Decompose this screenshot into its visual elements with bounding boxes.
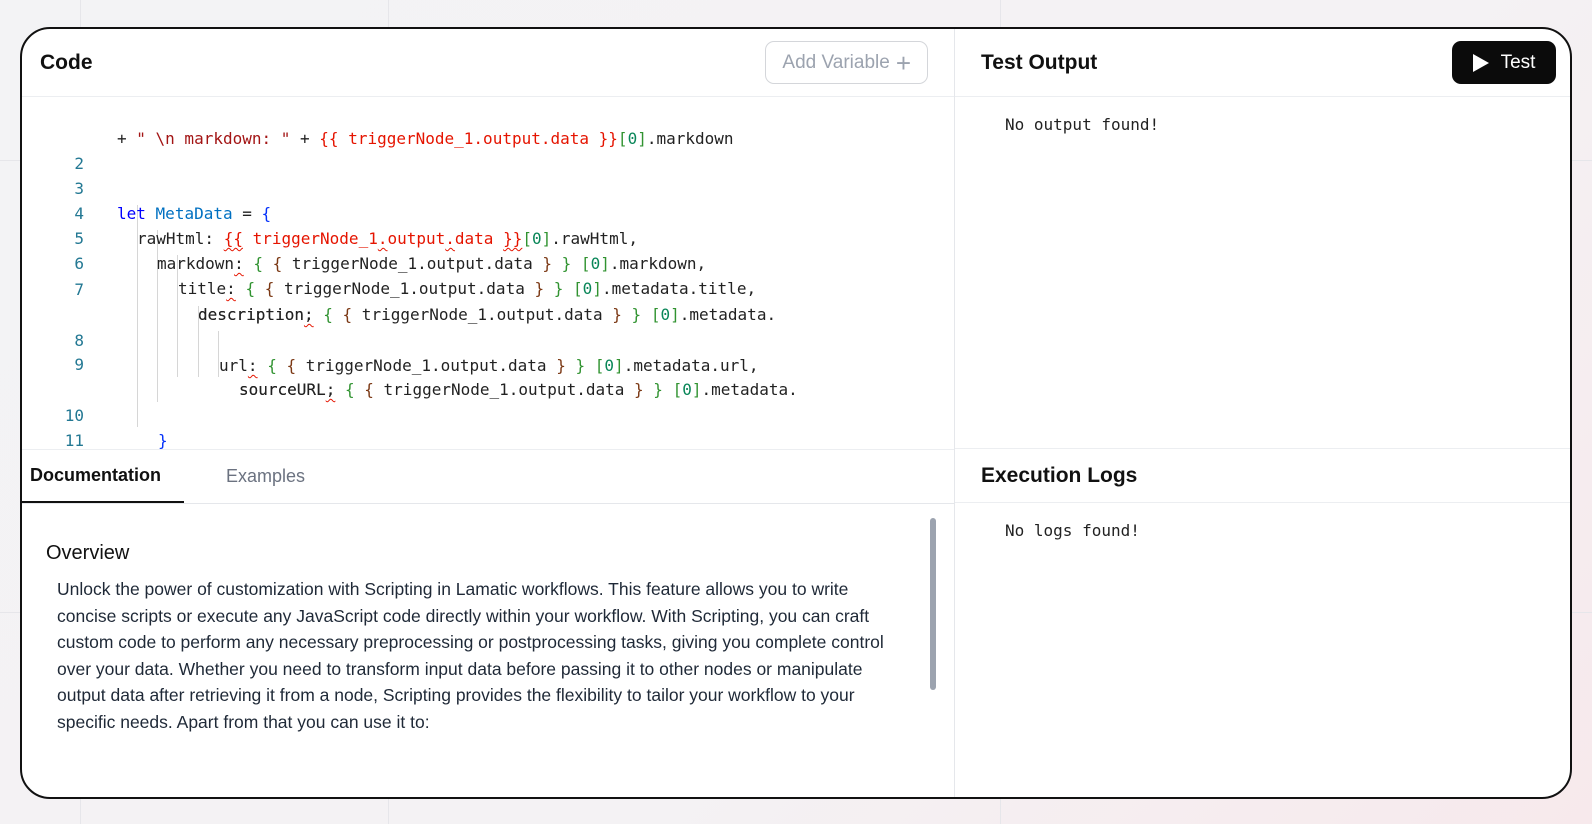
execution-logs-header: Execution Logs [955, 449, 1570, 503]
line-number: 11 [64, 431, 84, 449]
code-line: 8 url: { { triggerNode_1.output.data } }… [22, 303, 954, 375]
code-line: description, [22, 277, 954, 324]
code-line: 6 title: { { triggerNode_1.output.data }… [22, 226, 954, 298]
add-variable-button[interactable]: Add Variable + [765, 41, 928, 84]
code-line: 10 } [22, 378, 954, 449]
test-output-title: Test Output [981, 50, 1098, 74]
execution-logs-title: Execution Logs [981, 463, 1138, 487]
code-panel: Code Add Variable + + " \n markdown: " +… [22, 29, 954, 449]
code-line: 2 [22, 126, 954, 173]
code-panel-header: Code Add Variable + [22, 29, 954, 97]
test-output-message: No output found! [1005, 115, 1160, 134]
doc-scrollbar[interactable] [930, 518, 936, 690]
doc-body: Overview Unlock the power of customizati… [22, 504, 954, 735]
code-line: 9 sourceURL: { { triggerNode_1.output.da… [22, 327, 954, 399]
overview-heading: Overview [46, 542, 130, 564]
overview-text: Unlock the power of customization with S… [57, 579, 884, 732]
code-line: sourceURL, [22, 352, 954, 399]
execution-logs-panel: Execution Logs No logs found! [955, 449, 1570, 797]
tab-documentation[interactable]: Documentation [22, 449, 184, 503]
test-button[interactable]: Test [1452, 41, 1556, 84]
code-line: 3 let MetaData = { [22, 151, 954, 223]
execution-logs-message: No logs found! [1005, 521, 1140, 540]
code-panel-title: Code [40, 50, 93, 74]
code-node-modal: Code Add Variable + + " \n markdown: " +… [20, 27, 1572, 799]
documentation-panel: Documentation Examples Overview Unlock t… [22, 449, 954, 797]
code-text: } [158, 431, 168, 449]
code-line: 7 description: { { triggerNode_1.output.… [22, 252, 954, 324]
test-button-label: Test [1500, 51, 1536, 73]
code-line: 4 rawHtml: {{ triggerNode_1.output.data … [22, 176, 954, 248]
doc-tabs: Documentation Examples [22, 450, 954, 504]
code-editor[interactable]: + " \n markdown: " + {{ triggerNode_1.ou… [22, 97, 954, 449]
plus-icon: + [895, 47, 911, 78]
code-line: 11 output = { "vectorData": [vectorData]… [22, 403, 954, 449]
add-variable-label: Add Variable [782, 51, 890, 73]
test-output-header: Test Output Test [955, 29, 1570, 97]
tab-examples[interactable]: Examples [184, 449, 321, 503]
play-icon [1472, 53, 1489, 72]
test-output-panel: Test Output Test No output found! [955, 29, 1570, 449]
code-line: + " \n markdown: " + {{ triggerNode_1.ou… [22, 101, 954, 148]
code-line: 5 markdown: { { triggerNode_1.output.dat… [22, 201, 954, 273]
